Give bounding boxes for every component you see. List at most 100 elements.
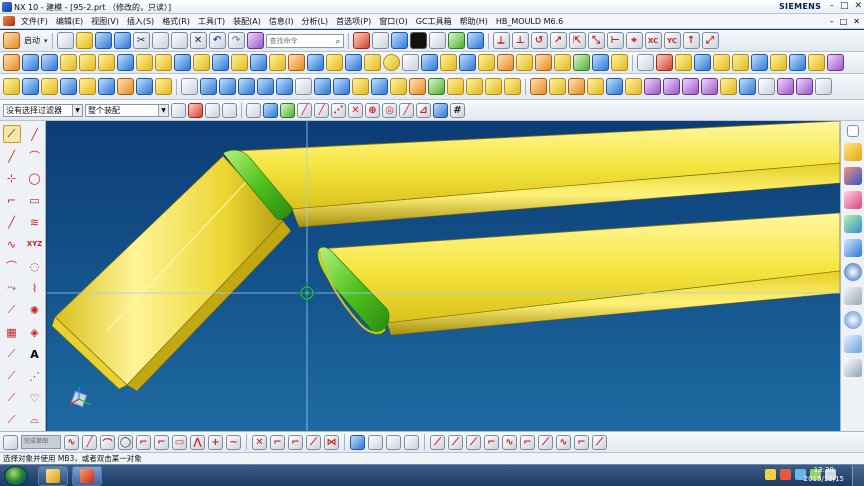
- dimension-7-icon[interactable]: ⟋: [538, 434, 553, 450]
- doc-close-button[interactable]: ✕: [853, 17, 860, 26]
- mould-design-9-icon[interactable]: [682, 78, 699, 95]
- measure-angle-icon[interactable]: [656, 54, 673, 71]
- history-icon[interactable]: [843, 287, 862, 305]
- sketch-arc-icon[interactable]: ⌒: [100, 434, 115, 450]
- mould-design-10-icon[interactable]: [701, 78, 718, 95]
- surface-edit-16-icon[interactable]: [485, 78, 502, 95]
- sketch-rectangle-icon[interactable]: ▭: [172, 434, 187, 450]
- dimension-5-icon[interactable]: ∿: [502, 434, 517, 450]
- wcs-set-icon[interactable]: ⇱: [568, 32, 586, 49]
- surface-edit-13-icon[interactable]: [428, 78, 445, 95]
- sketch-task-icon[interactable]: [3, 434, 18, 450]
- doc-restore-button[interactable]: □: [840, 17, 848, 26]
- general-selection-filter-icon[interactable]: [171, 102, 186, 118]
- undo-icon[interactable]: ↶: [208, 32, 226, 49]
- mould-design-13-icon[interactable]: [758, 78, 775, 95]
- quick-extend-icon[interactable]: ⌐: [270, 434, 285, 450]
- wcs-rotate-icon[interactable]: ↺: [530, 32, 548, 49]
- arc-center-icon[interactable]: ⊕: [365, 102, 380, 118]
- wcs-orient-icon[interactable]: ↗: [549, 32, 567, 49]
- dimension-10-icon[interactable]: ⟋: [592, 434, 607, 450]
- hole-icon[interactable]: [136, 54, 153, 71]
- split-body-icon[interactable]: [440, 54, 457, 71]
- datum-axis-icon[interactable]: [694, 54, 711, 71]
- datum-plane-icon[interactable]: [675, 54, 692, 71]
- menu-assembly[interactable]: 装配(A): [229, 16, 265, 27]
- studio-surface-icon[interactable]: [79, 78, 96, 95]
- menu-edit[interactable]: 编辑(E): [52, 16, 87, 27]
- menu-window[interactable]: 窗口(O): [375, 16, 412, 27]
- hd3d-tools-icon[interactable]: [843, 359, 862, 377]
- sketch-circle-icon[interactable]: ◯: [118, 434, 133, 450]
- copy-icon[interactable]: [151, 32, 169, 49]
- bounded-grid-icon[interactable]: [433, 102, 448, 118]
- edit-curve-icon[interactable]: ♡: [26, 389, 44, 407]
- mould-design-16-icon[interactable]: [815, 78, 832, 95]
- start-button-label[interactable]: 启动: [22, 35, 42, 46]
- menu-analysis[interactable]: 分析(L): [297, 16, 332, 27]
- sphere-feature-icon[interactable]: [383, 54, 400, 71]
- intersection-curve-icon[interactable]: ✺: [26, 301, 44, 319]
- quick-trim-icon[interactable]: ✕: [252, 434, 267, 450]
- wcs-save-icon[interactable]: ⊢: [606, 32, 624, 49]
- grid-icon[interactable]: #: [450, 102, 465, 118]
- through-mesh-icon[interactable]: [22, 78, 39, 95]
- clock[interactable]: 13:30 2015/12/15: [804, 466, 844, 484]
- wcs-absolute-icon[interactable]: ⤡: [587, 32, 605, 49]
- show-hide-icon[interactable]: [466, 32, 484, 49]
- nx-taskbar-button[interactable]: [72, 466, 102, 486]
- assembly-navigator-icon[interactable]: [843, 143, 862, 161]
- command-search-input[interactable]: 查找命令 ⌕: [265, 33, 344, 48]
- subtract-icon[interactable]: [269, 54, 286, 71]
- wcs-zc-icon[interactable]: ↑: [682, 32, 700, 49]
- pattern-feature-icon[interactable]: [478, 54, 495, 71]
- cube-view-icon[interactable]: [113, 32, 131, 49]
- intersect-icon[interactable]: [288, 54, 305, 71]
- extrude-icon[interactable]: [22, 54, 39, 71]
- mould-tool-4-icon[interactable]: [808, 54, 825, 71]
- surface-edit-4-icon[interactable]: [257, 78, 274, 95]
- sketch-icon[interactable]: [3, 54, 20, 71]
- new-file-icon[interactable]: [56, 32, 74, 49]
- document-menu-icon[interactable]: [3, 16, 15, 26]
- wcs-xc-icon[interactable]: XC: [644, 32, 662, 49]
- emboss-icon[interactable]: [535, 54, 552, 71]
- polygon-icon[interactable]: ╱: [3, 213, 21, 231]
- surface-edit-6-icon[interactable]: [295, 78, 312, 95]
- edge-blend-icon[interactable]: [307, 54, 324, 71]
- part-navigator-icon[interactable]: [846, 125, 859, 137]
- move-face-icon[interactable]: [573, 54, 590, 71]
- mould-design-14-icon[interactable]: [777, 78, 794, 95]
- sew-icon[interactable]: [136, 78, 153, 95]
- measure-distance-icon[interactable]: [637, 54, 654, 71]
- datum-csys-icon[interactable]: [713, 54, 730, 71]
- mould-design-2-icon[interactable]: [549, 78, 566, 95]
- selection-scope-dropdown[interactable]: 整个装配 ▼: [85, 103, 169, 117]
- reuse-library-icon[interactable]: [843, 191, 862, 209]
- orient-view-icon[interactable]: [390, 32, 408, 49]
- surface-edit-7-icon[interactable]: [314, 78, 331, 95]
- cut-icon[interactable]: ✂: [132, 32, 150, 49]
- line-icon[interactable]: ╱: [26, 125, 44, 143]
- chamfer-icon[interactable]: [326, 54, 343, 71]
- text-icon[interactable]: A: [26, 345, 44, 363]
- feature-curve-icon[interactable]: [246, 102, 261, 118]
- menu-hb-mould[interactable]: HB_MOULD M6.6: [492, 17, 567, 26]
- web-browser-icon[interactable]: [843, 239, 862, 257]
- menu-information[interactable]: 信息(I): [265, 16, 298, 27]
- nx-app-icon[interactable]: [2, 2, 12, 12]
- pocket-icon[interactable]: [174, 54, 191, 71]
- constraint-3-icon[interactable]: [386, 434, 401, 450]
- point-on-curve-icon[interactable]: ╱: [399, 102, 414, 118]
- sphere-icon[interactable]: [117, 54, 134, 71]
- spline-icon[interactable]: ∿: [3, 235, 21, 253]
- cone-icon[interactable]: [98, 54, 115, 71]
- open-folder-icon[interactable]: [75, 32, 93, 49]
- menu-tools[interactable]: 工具(T): [194, 16, 229, 27]
- ruled-icon[interactable]: [60, 78, 77, 95]
- command-finder-icon[interactable]: [246, 32, 264, 49]
- explorer-icon[interactable]: [38, 466, 68, 486]
- end-point-icon[interactable]: ╱: [297, 102, 312, 118]
- replace-face-icon[interactable]: [554, 54, 571, 71]
- constraint-navigator-icon[interactable]: [843, 167, 862, 185]
